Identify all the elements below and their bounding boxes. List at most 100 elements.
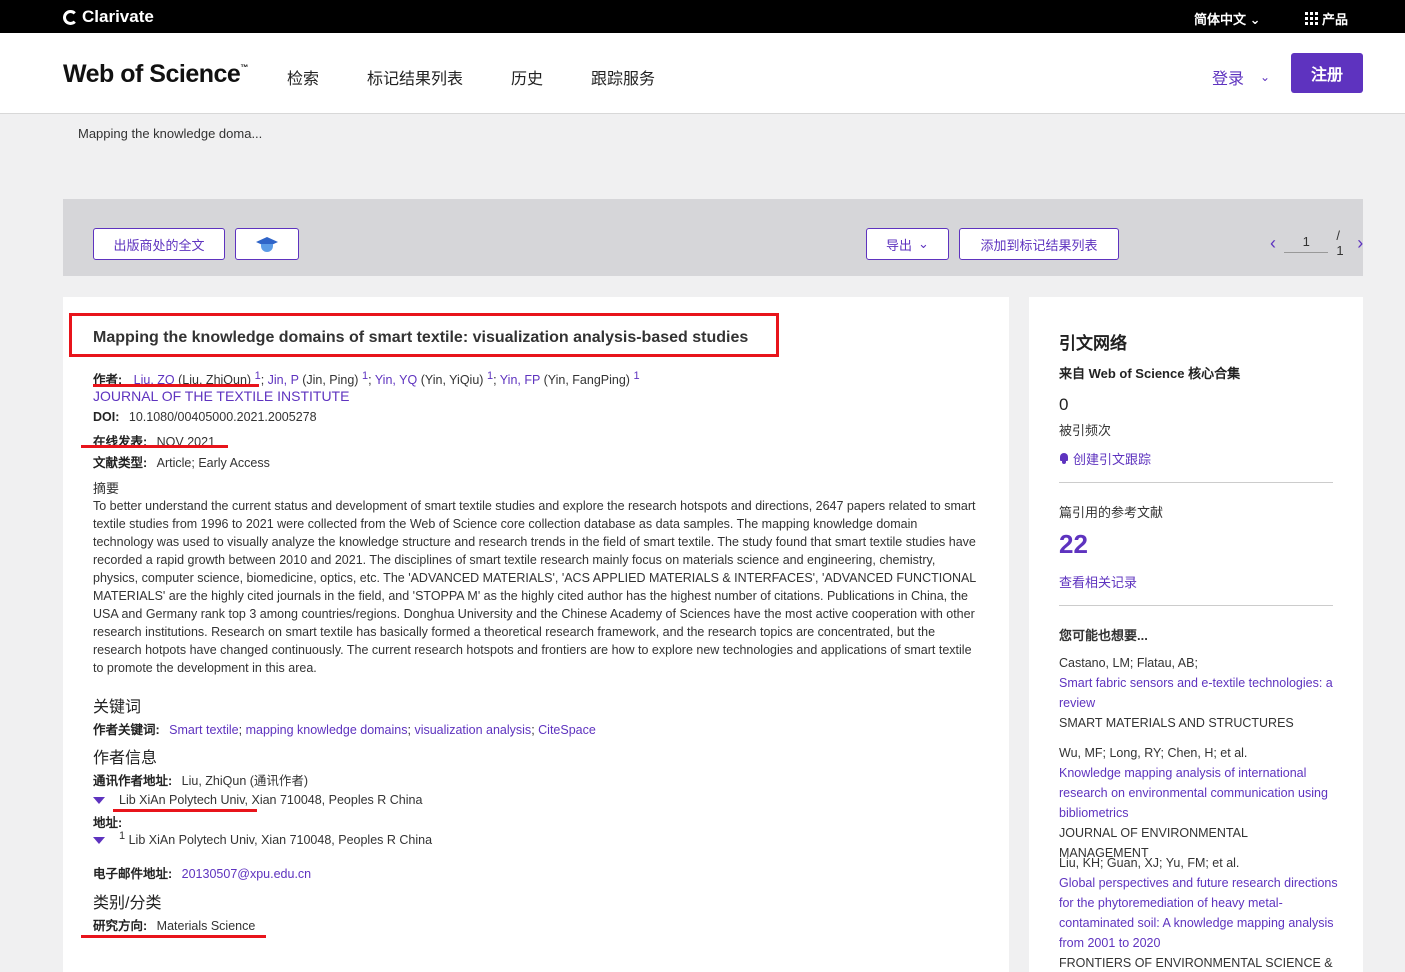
address-label: 地址: <box>93 816 123 830</box>
clarivate-icon <box>63 9 78 25</box>
research-value: Materials Science <box>156 919 256 933</box>
suggestion-item: Wu, MF; Long, RY; Chen, H; et al. Knowle… <box>1059 743 1339 863</box>
fulltext-button[interactable]: 出版商处的全文 <box>93 228 225 260</box>
grid-icon <box>1305 12 1318 25</box>
author-link[interactable]: Yin, YQ <box>375 373 417 387</box>
corresponding-value: Liu, ZhiQun (通讯作者) <box>181 774 309 788</box>
nav-item-history[interactable]: 历史 <box>511 65 543 89</box>
brand-label: Clarivate <box>82 7 154 26</box>
keywords-heading: 关键词 <box>93 699 142 716</box>
register-button[interactable]: 注册 <box>1291 53 1363 93</box>
author-affil-sup: 1 <box>486 369 494 382</box>
endnote-button[interactable] <box>235 228 299 260</box>
annotation-underline <box>81 935 266 938</box>
chevron-right-icon[interactable]: › <box>1357 234 1363 252</box>
clarivate-logo[interactable]: Clarivate <box>63 7 154 27</box>
author-affil-sup: 1 <box>361 369 369 382</box>
chevron-down-icon: ⌄ <box>1249 12 1261 27</box>
login-label: 登录 <box>1212 71 1245 88</box>
graduation-cap-icon <box>256 235 278 253</box>
expand-triangle-icon[interactable] <box>93 837 105 845</box>
corresponding-line: 通讯作者地址: Liu, ZhiQun (通讯作者) <box>93 770 308 789</box>
doctype-line: 文献类型: Article; Early Access <box>93 452 270 471</box>
suggestion-source: FRONTIERS OF ENVIRONMENTAL SCIENCE & <box>1059 956 1333 970</box>
main-nav: Web of Science™ 检索 标记结果列表 历史 跟踪服务 登录 ⌄ 注… <box>0 33 1405 114</box>
corresponding-org: Lib XiAn Polytech Univ <box>119 793 245 807</box>
suggestion-authors: Liu, KH; Guan, XJ; Yu, FM; et al. <box>1059 856 1240 870</box>
citation-network-subtitle: 来自 Web of Science 核心合集 <box>1059 366 1241 381</box>
record-toolbar: 出版商处的全文 导出 ⌄ 添加到标记结果列表 ‹ 1 / 1 › <box>63 199 1363 276</box>
divider <box>1059 605 1333 606</box>
corresponding-address: Lib XiAn Polytech Univ, Xian 710048, Peo… <box>93 793 422 807</box>
keyword-link[interactable]: mapping knowledge domains <box>246 723 408 737</box>
products-menu[interactable]: 产品 <box>1305 9 1348 28</box>
corresponding-label: 通讯作者地址: <box>93 774 173 788</box>
annotation-underline <box>81 445 228 448</box>
nav-item-marked-list[interactable]: 标记结果列表 <box>367 65 463 89</box>
author-full-name: (Yin, FangPing) <box>543 373 630 387</box>
doi-line: DOI: 10.1080/00405000.2021.2005278 <box>93 410 317 424</box>
keywords-label: 作者关键词: <box>93 723 160 737</box>
abstract-heading: 摘要 <box>93 481 120 496</box>
author-full-name: (Jin, Ping) <box>302 373 359 387</box>
suggestions-heading: 您可能也想要... <box>1059 628 1148 643</box>
doi-value: 10.1080/00405000.2021.2005278 <box>128 410 317 424</box>
pager: ‹ 1 / 1 › <box>1270 228 1363 258</box>
citation-network-title: 引文网络 <box>1059 334 1127 353</box>
address-label-line: 地址: <box>93 812 122 831</box>
expand-triangle-icon[interactable] <box>93 797 105 805</box>
address-value: Lib XiAn Polytech Univ, Xian 710048, Peo… <box>128 833 433 848</box>
suggestion-title-link[interactable]: Smart fabric sensors and e-textile techn… <box>1059 673 1339 713</box>
language-label: 简体中文 <box>1194 12 1247 27</box>
cited-count: 0 <box>1059 395 1069 414</box>
suggestion-source: SMART MATERIALS AND STRUCTURES <box>1059 716 1294 730</box>
view-related-link[interactable]: 查看相关记录 <box>1059 572 1137 591</box>
breadcrumb: Mapping the knowledge doma... <box>78 126 263 141</box>
author-full-name: (Yin, YiQiu) <box>420 373 484 387</box>
page-input[interactable]: 1 <box>1284 234 1329 253</box>
citation-network-panel: 引文网络 来自 Web of Science 核心合集 0 被引频次 创建引文跟… <box>1029 297 1363 972</box>
wos-logo[interactable]: Web of Science™ <box>63 60 248 89</box>
keyword-link[interactable]: CiteSpace <box>538 723 596 737</box>
products-label: 产品 <box>1322 12 1349 27</box>
category-heading: 类别/分类 <box>93 895 162 912</box>
nav-item-search[interactable]: 检索 <box>287 65 319 89</box>
login-button[interactable]: 登录 ⌄ <box>1212 65 1270 89</box>
email-label: 电子邮件地址: <box>93 867 173 881</box>
address-sup: 1 <box>119 830 126 842</box>
create-alert-label: 创建引文跟踪 <box>1073 452 1152 467</box>
research-area-line: 研究方向: Materials Science <box>93 915 255 934</box>
email-line: 电子邮件地址: 20130507@xpu.edu.cn <box>93 863 311 882</box>
annotation-underline <box>93 384 259 387</box>
address-line: 1 Lib XiAn Polytech Univ, Xian 710048, P… <box>93 830 432 847</box>
keywords-line: 作者关键词: Smart textile; mapping knowledge … <box>93 723 596 737</box>
nav-item-alerts[interactable]: 跟踪服务 <box>591 65 655 89</box>
record-card: Mapping the knowledge domains of smart t… <box>63 297 1009 972</box>
email-link[interactable]: 20130507@xpu.edu.cn <box>182 867 311 881</box>
create-alert-link[interactable]: 创建引文跟踪 <box>1059 449 1151 468</box>
top-bar: Clarivate 简体中文 ⌄ 产品 <box>0 0 1405 33</box>
author-info-heading: 作者信息 <box>93 750 158 767</box>
cited-label: 被引频次 <box>1059 423 1112 438</box>
export-button[interactable]: 导出 ⌄ <box>866 228 949 260</box>
page-total: / 1 <box>1336 228 1344 258</box>
research-label: 研究方向: <box>93 919 148 933</box>
author-link[interactable]: Jin, P <box>268 373 299 387</box>
add-to-marked-list-button[interactable]: 添加到标记结果列表 <box>959 228 1119 260</box>
suggestion-title-link[interactable]: Knowledge mapping analysis of internatio… <box>1059 763 1339 823</box>
author-link[interactable]: Yin, FP <box>500 373 540 387</box>
suggestion-authors: Wu, MF; Long, RY; Chen, H; et al. <box>1059 746 1248 760</box>
doctype-value: Article; Early Access <box>156 456 270 470</box>
language-selector[interactable]: 简体中文 ⌄ <box>1194 9 1261 28</box>
doctype-label: 文献类型: <box>93 456 148 470</box>
refs-label: 篇引用的参考文献 <box>1059 505 1164 520</box>
chevron-left-icon[interactable]: ‹ <box>1270 234 1276 252</box>
abstract-text: To better understand the current status … <box>93 499 976 675</box>
journal-link[interactable]: JOURNAL OF THE TEXTILE INSTITUTE <box>93 388 349 404</box>
suggestion-title-link[interactable]: Global perspectives and future research … <box>1059 873 1339 953</box>
export-label: 导出 <box>886 237 913 253</box>
keyword-link[interactable]: visualization analysis <box>414 723 531 737</box>
keyword-link[interactable]: Smart textile <box>169 723 238 737</box>
refs-count[interactable]: 22 <box>1059 529 1088 560</box>
doi-label: DOI: <box>93 410 120 424</box>
